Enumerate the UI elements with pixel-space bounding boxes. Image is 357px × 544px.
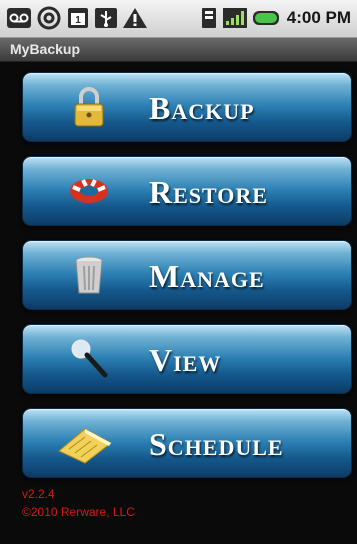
- app-title-bar: MyBackup: [0, 38, 357, 62]
- trash-can-icon: [65, 253, 113, 297]
- copyright-text: ©2010 Rerware, LLC: [22, 505, 135, 519]
- view-label: View: [149, 342, 222, 378]
- status-time: 4:00 PM: [286, 8, 351, 27]
- manage-button[interactable]: Manage: [22, 240, 352, 310]
- app-screen: 1 4:00 PM MyBackup Backup Restore Manage…: [0, 0, 357, 544]
- backup-label: Backup: [149, 90, 255, 126]
- usb-icon: [94, 6, 118, 35]
- schedule-button[interactable]: Schedule: [22, 408, 352, 478]
- sd-card-icon: [200, 6, 218, 35]
- svg-text:1: 1: [75, 15, 81, 26]
- signal-icon: [222, 6, 248, 35]
- schedule-label: Schedule: [149, 426, 284, 462]
- battery-icon: [252, 6, 282, 35]
- padlock-icon: [65, 85, 113, 129]
- calendar-icon: 1: [66, 6, 90, 35]
- backup-button[interactable]: Backup: [22, 72, 352, 142]
- manage-label: Manage: [149, 258, 265, 294]
- life-ring-icon: [65, 169, 113, 213]
- restore-label: Restore: [149, 174, 268, 210]
- voicemail-icon: [6, 6, 32, 35]
- at-sign-icon: [36, 6, 62, 35]
- status-bar: 1 4:00 PM: [0, 0, 357, 38]
- view-button[interactable]: View: [22, 324, 352, 394]
- warning-icon: [122, 6, 148, 35]
- app-title: MyBackup: [10, 41, 81, 57]
- calendar-book-icon: [55, 421, 113, 465]
- magnifying-glass-icon: [65, 337, 113, 381]
- restore-button[interactable]: Restore: [22, 156, 352, 226]
- version-text: v2.2.4: [22, 487, 55, 501]
